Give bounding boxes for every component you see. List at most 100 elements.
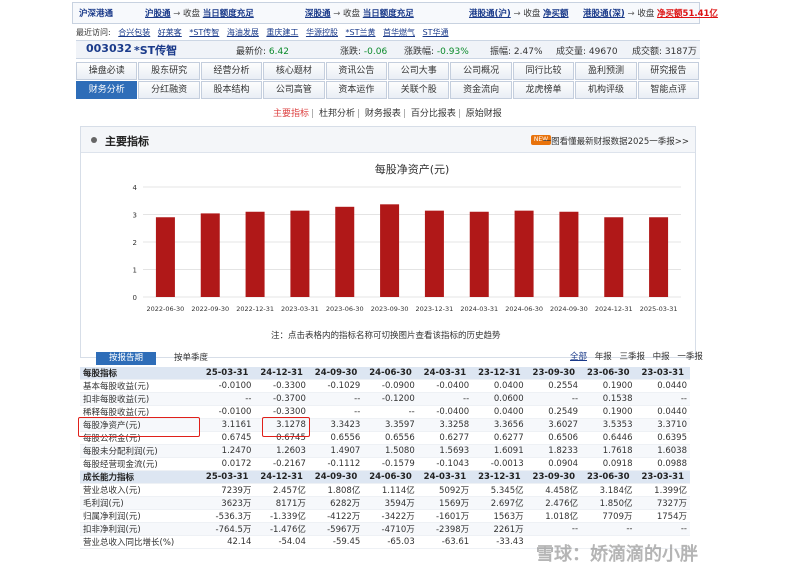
cell-value: 24-06-30 [363,367,418,380]
by-quarter-button[interactable]: 按单季度 [174,352,208,365]
tab-item[interactable]: 盈利预测 [575,62,637,80]
table-header: 成长能力指标 25-03-31 24-12-31 24-09-30 24-06-30 24… [80,470,690,484]
subnav-statements[interactable]: 财务报表 [365,109,401,119]
cell-value: 1563万 [472,509,527,523]
table-row: 每股经营现金流(元) 0.0172 -0.2167 -0.1112 -0.1579 -0.… [80,457,690,471]
row-label[interactable]: 每股经营现金流(元) [80,457,200,471]
price-change: -0.06 [363,47,388,57]
row-label[interactable]: 成长能力指标 [80,470,200,484]
cell-value: 3.6027 [526,418,582,432]
tab-item[interactable]: 公司概况 [450,62,512,80]
tab-item[interactable]: 核心题材 [263,62,325,80]
subnav-dupont[interactable]: 杜邦分析 [319,109,355,119]
cell-value: 3594万 [363,496,418,510]
recent-item[interactable]: 首华燃气 [383,28,415,37]
bar [604,217,624,297]
tab-item[interactable]: 公司大事 [388,62,450,80]
x-tick-label: 2023-09-30 [371,305,409,313]
cell-value: 3.3656 [472,418,527,432]
by-report-period-button[interactable]: 按报告期 [96,352,156,365]
x-tick-label: 2023-06-30 [326,305,364,313]
recent-item[interactable]: *ST传智 [189,28,219,37]
cell-value: -536.3万 [199,509,255,523]
cell-value: 3.1161 [199,418,255,432]
ticker-item[interactable]: 港股通(深) → 收盘 净买额51.41亿 [583,7,718,19]
cell-value: 3.3597 [363,418,418,432]
filter-q3[interactable]: 三季报 [619,352,645,362]
tab-item[interactable]: 操盘必读 [76,62,138,80]
cell-value: -- [308,392,364,406]
tab-item[interactable]: 经营分析 [200,62,263,80]
cell-value: 0.0904 [526,457,582,471]
tab-item[interactable]: 公司高管 [263,81,325,99]
cell-value: -0.2167 [254,457,309,471]
pct-label: 涨跌幅: [404,47,435,57]
cell-value: 0.6556 [363,431,418,445]
cell-value: -33.43 [472,535,527,549]
table-row: 归属净利润(元) -536.3万 -1.339亿 -4122万 -3422万 -1601万… [80,509,690,523]
panel-title: 主要指标 [105,135,149,148]
recent-item[interactable]: *ST兰黄 [346,28,376,37]
recent-item[interactable]: 华源控股 [306,28,338,37]
row-label[interactable]: 毛利润(元) [80,496,200,510]
ticker-item[interactable]: 港股通(沪) → 收盘 净买额 [469,7,569,19]
row-label[interactable]: 每股指标 [80,367,200,380]
x-tick-label: 2024-09-30 [550,305,588,313]
row-label[interactable]: 扣非净利润(元) [80,522,200,536]
recent-item[interactable]: ST华通 [423,28,449,37]
ticker-item[interactable]: 沪股通 → 收盘 当日额度充足 [145,7,254,19]
cell-value: 0.6446 [581,431,636,445]
bullet-icon [91,137,97,143]
report-summary-link[interactable]: 一图看懂最新财报数据2025一季报>> [543,135,689,147]
tab-item[interactable]: 关联个股 [388,81,450,99]
tab-item[interactable]: 龙虎榜单 [512,81,575,99]
tab-item[interactable]: 股本结构 [200,81,263,99]
table-row: 扣非每股收益(元) -- -0.3700 -- -0.1200 -- 0.0600 -- 0.1… [80,392,690,406]
cell-value: -1.339亿 [254,509,309,523]
row-label[interactable]: 基本每股收益(元) [80,379,200,393]
tab-item[interactable]: 机构评级 [575,81,637,99]
cell-value: -4710万 [363,522,418,536]
cell-value: -54.04 [254,535,309,549]
row-label[interactable]: 扣非每股收益(元) [80,392,200,406]
subnav-percent[interactable]: 百分比报表 [411,109,456,119]
turnover: 3187万 [664,47,697,57]
tab-item[interactable]: 资讯公告 [325,62,388,80]
tab-item[interactable]: 分红融资 [138,81,200,99]
tab-item[interactable]: 资金流向 [450,81,512,99]
cell-value: 0.6395 [635,431,690,445]
row-label[interactable]: 每股未分配利润(元) [80,444,200,458]
row-label[interactable]: 营业总收入(元) [80,483,200,497]
tab-item[interactable]: 智能点评 [637,81,700,99]
tab-item[interactable]: 财务分析 [76,81,138,99]
subnav-raw-report[interactable]: 原始财报 [466,109,502,119]
cell-value: 25-03-31 [199,367,255,380]
recent-item[interactable]: 合兴包装 [118,28,150,37]
x-tick-label: 2025-03-31 [640,305,678,313]
table-row: 营业总收入(元) 7239万 2.457亿 1.808亿 1.114亿 5092万 5.34… [80,483,690,497]
bar [245,211,265,297]
tab-item[interactable]: 同行比较 [512,62,575,80]
tab-item[interactable]: 研究报告 [637,62,700,80]
tab-item[interactable]: 股东研究 [138,62,200,80]
filter-q1[interactable]: 一季报 [677,352,703,362]
filter-interim[interactable]: 中报 [653,352,670,362]
recent-item[interactable]: 好莱客 [158,28,182,37]
tab-item[interactable]: 资本运作 [325,81,388,99]
x-tick-label: 2024-12-31 [595,305,633,313]
filter-annual[interactable]: 年报 [595,352,612,362]
cell-value: 0.0440 [635,405,690,419]
row-label[interactable]: 营业总收入同比增长(%) [80,535,200,549]
filter-all[interactable]: 全部 [570,352,587,362]
recent-item[interactable]: 重庆建工 [266,28,298,37]
table-row: 毛利润(元) 3623万 8171万 6282万 3594万 1569万 2.697亿 2.4… [80,496,690,510]
subnav-main-indicators[interactable]: 主要指标 [273,109,309,119]
highlight-value [262,417,310,437]
cell-value: 0.0440 [635,379,690,393]
cell-value: -59.45 [308,535,364,549]
recent-item[interactable]: 海油发展 [227,28,259,37]
stock-code: 003032 [86,42,132,55]
row-label[interactable]: 归属净利润(元) [80,509,200,523]
cell-value: -5967万 [308,522,364,536]
ticker-item[interactable]: 深股通 → 收盘 当日额度充足 [305,7,414,19]
